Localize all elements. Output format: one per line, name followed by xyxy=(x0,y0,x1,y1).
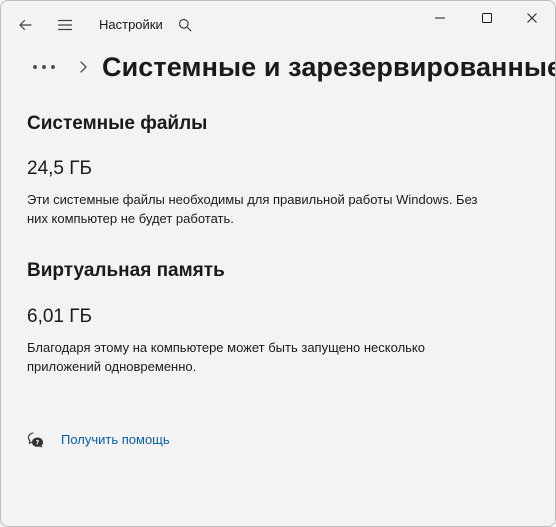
maximize-button[interactable] xyxy=(464,1,510,35)
help-chat-icon: ? xyxy=(27,431,45,449)
virtual-memory-heading: Виртуальная память xyxy=(27,260,225,281)
hamburger-menu-icon xyxy=(57,19,73,31)
settings-window: Настройки Системные и зарезервированные … xyxy=(0,0,556,527)
app-title: Настройки xyxy=(99,17,163,32)
more-dots-icon xyxy=(33,65,55,69)
minimize-button[interactable] xyxy=(417,1,463,35)
chevron-right-icon xyxy=(80,61,87,73)
svg-text:?: ? xyxy=(36,439,40,447)
virtual-memory-size: 6,01 ГБ xyxy=(27,306,93,327)
close-button[interactable] xyxy=(509,1,555,35)
breadcrumb-more-button[interactable] xyxy=(29,53,59,81)
navigation-menu-button[interactable] xyxy=(49,9,81,41)
system-files-size: 24,5 ГБ xyxy=(27,158,93,179)
search-button[interactable] xyxy=(169,9,201,41)
virtual-memory-description: Благодаря этому на компьютере может быть… xyxy=(27,340,425,374)
get-help-label[interactable]: Получить помощь xyxy=(61,431,170,449)
minimize-icon xyxy=(435,17,445,19)
page-title: Системные и зарезервированные xyxy=(102,52,555,82)
get-help-link[interactable]: ? Получить помощь xyxy=(27,429,170,451)
breadcrumb: Системные и зарезервированные xyxy=(29,47,555,87)
system-files-heading: Системные файлы xyxy=(27,113,208,134)
back-arrow-icon xyxy=(19,19,32,31)
close-icon xyxy=(527,13,537,23)
maximize-icon xyxy=(482,13,492,23)
system-files-description: Эти системные файлы необходимы для прави… xyxy=(27,192,478,226)
breadcrumb-separator xyxy=(73,55,93,79)
search-icon xyxy=(178,18,192,32)
title-bar: Настройки xyxy=(1,1,555,49)
back-button[interactable] xyxy=(9,9,41,41)
